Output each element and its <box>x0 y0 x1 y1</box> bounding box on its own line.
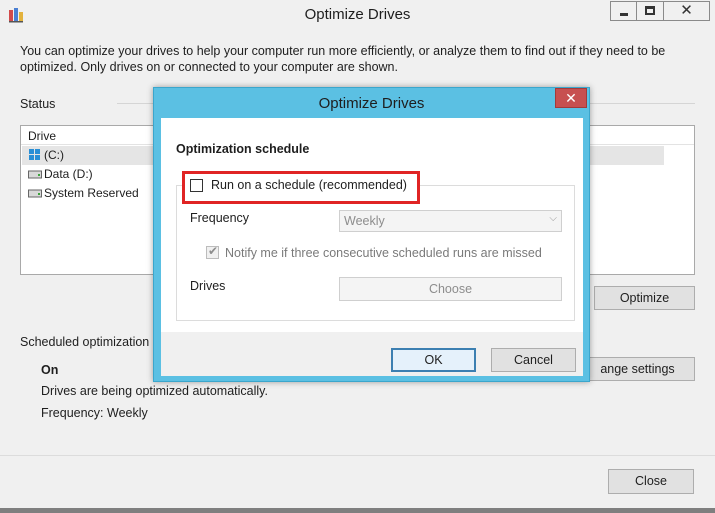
minimize-button[interactable] <box>610 1 636 21</box>
checkmark-icon: ✔ <box>208 244 219 258</box>
footer-divider <box>0 455 715 456</box>
close-button[interactable]: Close <box>608 469 694 494</box>
dialog-footer: OK Cancel <box>161 332 583 376</box>
drive-name: (C:) <box>44 148 64 162</box>
intro-text: You can optimize your drives to help you… <box>20 44 666 74</box>
frequency-dropdown[interactable]: Weekly ⌵ <box>339 210 562 232</box>
drives-label: Drives <box>190 279 226 293</box>
hard-drive-icon <box>28 189 42 198</box>
status-section-label: Status <box>20 97 56 111</box>
dialog-close-button[interactable]: ✕ <box>555 88 587 108</box>
schedule-frequency: Frequency: Weekly <box>41 406 148 420</box>
run-on-schedule-label[interactable]: Run on a schedule (recommended) <box>211 178 407 192</box>
schedule-state: On <box>41 363 59 377</box>
notify-label: Notify me if three consecutive scheduled… <box>225 246 542 260</box>
close-icon: ✕ <box>565 90 577 106</box>
ok-button[interactable]: OK <box>391 348 476 372</box>
maximize-icon <box>645 6 655 15</box>
change-settings-button[interactable]: ange settings <box>580 357 695 381</box>
windows-drive-icon <box>29 149 40 160</box>
frequency-label: Frequency <box>190 211 250 225</box>
drive-name: Data (D:) <box>44 167 93 181</box>
taskbar-edge <box>0 508 715 513</box>
scheduled-optimization-label: Scheduled optimization <box>20 335 150 349</box>
window-close-button[interactable]: ✕ <box>663 1 710 21</box>
frequency-value: Weekly <box>344 214 385 228</box>
chevron-down-icon: ⌵ <box>549 213 557 224</box>
window-title: Optimize Drives <box>304 6 411 23</box>
run-on-schedule-checkbox[interactable] <box>190 179 203 192</box>
schedule-description: Drives are being optimized automatically… <box>41 384 268 398</box>
dialog-title: Optimize Drives <box>318 95 425 112</box>
choose-drives-button[interactable]: Choose <box>339 277 562 301</box>
dialog-body: Optimization schedule Run on a schedule … <box>161 118 583 332</box>
drive-name: System Reserved <box>44 186 139 200</box>
optimize-button[interactable]: Optimize <box>594 286 695 310</box>
notify-checkbox[interactable]: ✔ <box>206 244 219 259</box>
cancel-button[interactable]: Cancel <box>491 348 576 372</box>
minimize-icon <box>620 13 628 16</box>
hard-drive-icon <box>28 170 42 179</box>
title-bar[interactable]: Optimize Drives ✕ <box>0 0 715 30</box>
maximize-button[interactable] <box>636 1 663 21</box>
close-icon: ✕ <box>680 2 693 19</box>
schedule-dialog: Optimize Drives ✕ Optimization schedule … <box>153 87 590 382</box>
optimization-schedule-heading: Optimization schedule <box>176 142 310 156</box>
